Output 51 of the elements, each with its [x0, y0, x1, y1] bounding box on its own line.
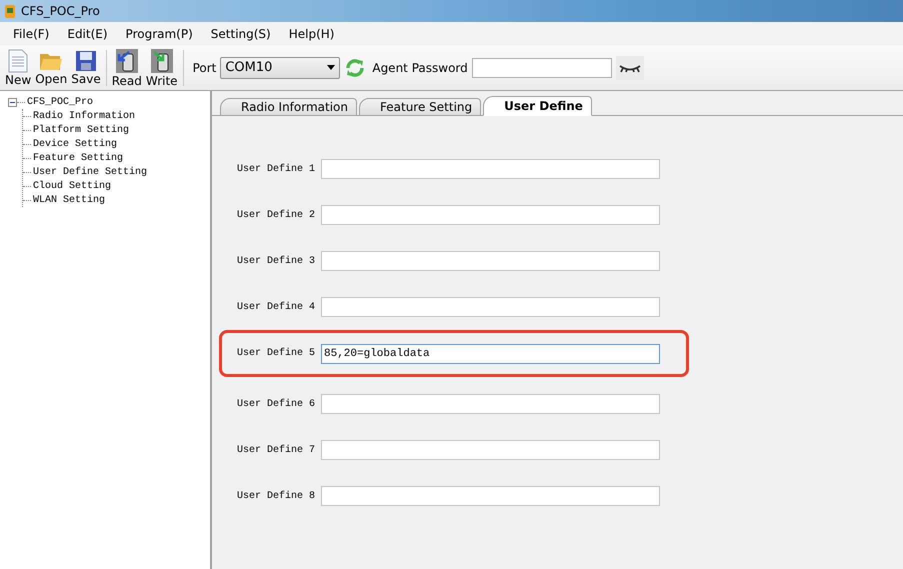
tree-item[interactable]: Platform Setting — [33, 124, 130, 136]
field-label: User Define 1 — [237, 164, 316, 174]
tree-item[interactable]: WLAN Setting — [33, 194, 106, 206]
port-label: Port — [192, 60, 216, 74]
toolbar-button[interactable]: Open — [33, 50, 70, 86]
field-label: User Define 6 — [237, 398, 316, 410]
input-field[interactable] — [321, 297, 660, 317]
floppy-icon — [74, 50, 97, 72]
tab[interactable]: Radio Information — [220, 98, 357, 116]
menu-item[interactable]: Program(P) — [116, 26, 202, 40]
menu-item[interactable]: Help(H) — [280, 26, 344, 40]
input-field[interactable] — [321, 205, 660, 225]
toolbar-button[interactable]: Save — [69, 50, 103, 86]
toolbar-button[interactable]: Read — [110, 48, 144, 88]
field-label: User Define 4 — [237, 302, 316, 312]
toolbar-button[interactable]: New — [3, 48, 34, 86]
window-title: CFS_POC_Pro — [21, 4, 100, 18]
port-dropdown[interactable]: COM10 — [220, 56, 340, 78]
password-field[interactable] — [472, 58, 612, 78]
closed-eye-icon[interactable] — [616, 56, 644, 80]
input-field[interactable] — [321, 394, 660, 414]
input-field[interactable] — [321, 159, 660, 179]
field-label: User Define 2 — [237, 210, 316, 220]
field-label: User Define 3 — [237, 256, 316, 266]
menu-item[interactable]: Setting(S) — [202, 26, 280, 40]
refresh-icon[interactable] — [344, 56, 366, 78]
menu-item[interactable]: File(F) — [4, 26, 58, 40]
agent-password-label: Agent Password — [372, 60, 468, 74]
caret-icon — [327, 65, 336, 70]
tree-item[interactable]: CFS_POC_Pro — [27, 96, 94, 108]
input-field[interactable] — [321, 440, 660, 460]
tree-item[interactable]: Device Setting — [33, 138, 118, 150]
tree-item[interactable]: Feature Setting — [33, 152, 124, 164]
input-field[interactable] — [321, 251, 660, 271]
tree-item[interactable]: Cloud Setting — [33, 180, 112, 192]
toolbar-button[interactable]: Write — [144, 48, 180, 88]
input-field[interactable] — [321, 486, 660, 506]
field-label: User Define 8 — [237, 490, 316, 502]
tab[interactable]: User Define — [483, 96, 592, 116]
radio-icon — [150, 48, 174, 74]
field-label: User Define 7 — [237, 444, 316, 456]
tree-item[interactable]: Radio Information — [33, 110, 136, 122]
input-field[interactable]: 85,20=globaldata — [321, 344, 660, 364]
radio-icon — [4, 3, 16, 19]
radio-icon — [114, 48, 139, 74]
collapse-icon[interactable] — [8, 98, 17, 106]
field-label: User Define 5 — [237, 348, 316, 359]
tab[interactable]: Feature Setting — [359, 98, 482, 116]
menu-item[interactable]: Edit(E) — [58, 26, 117, 40]
document-icon — [7, 48, 30, 72]
tree-item[interactable]: User Define Setting — [33, 166, 148, 178]
